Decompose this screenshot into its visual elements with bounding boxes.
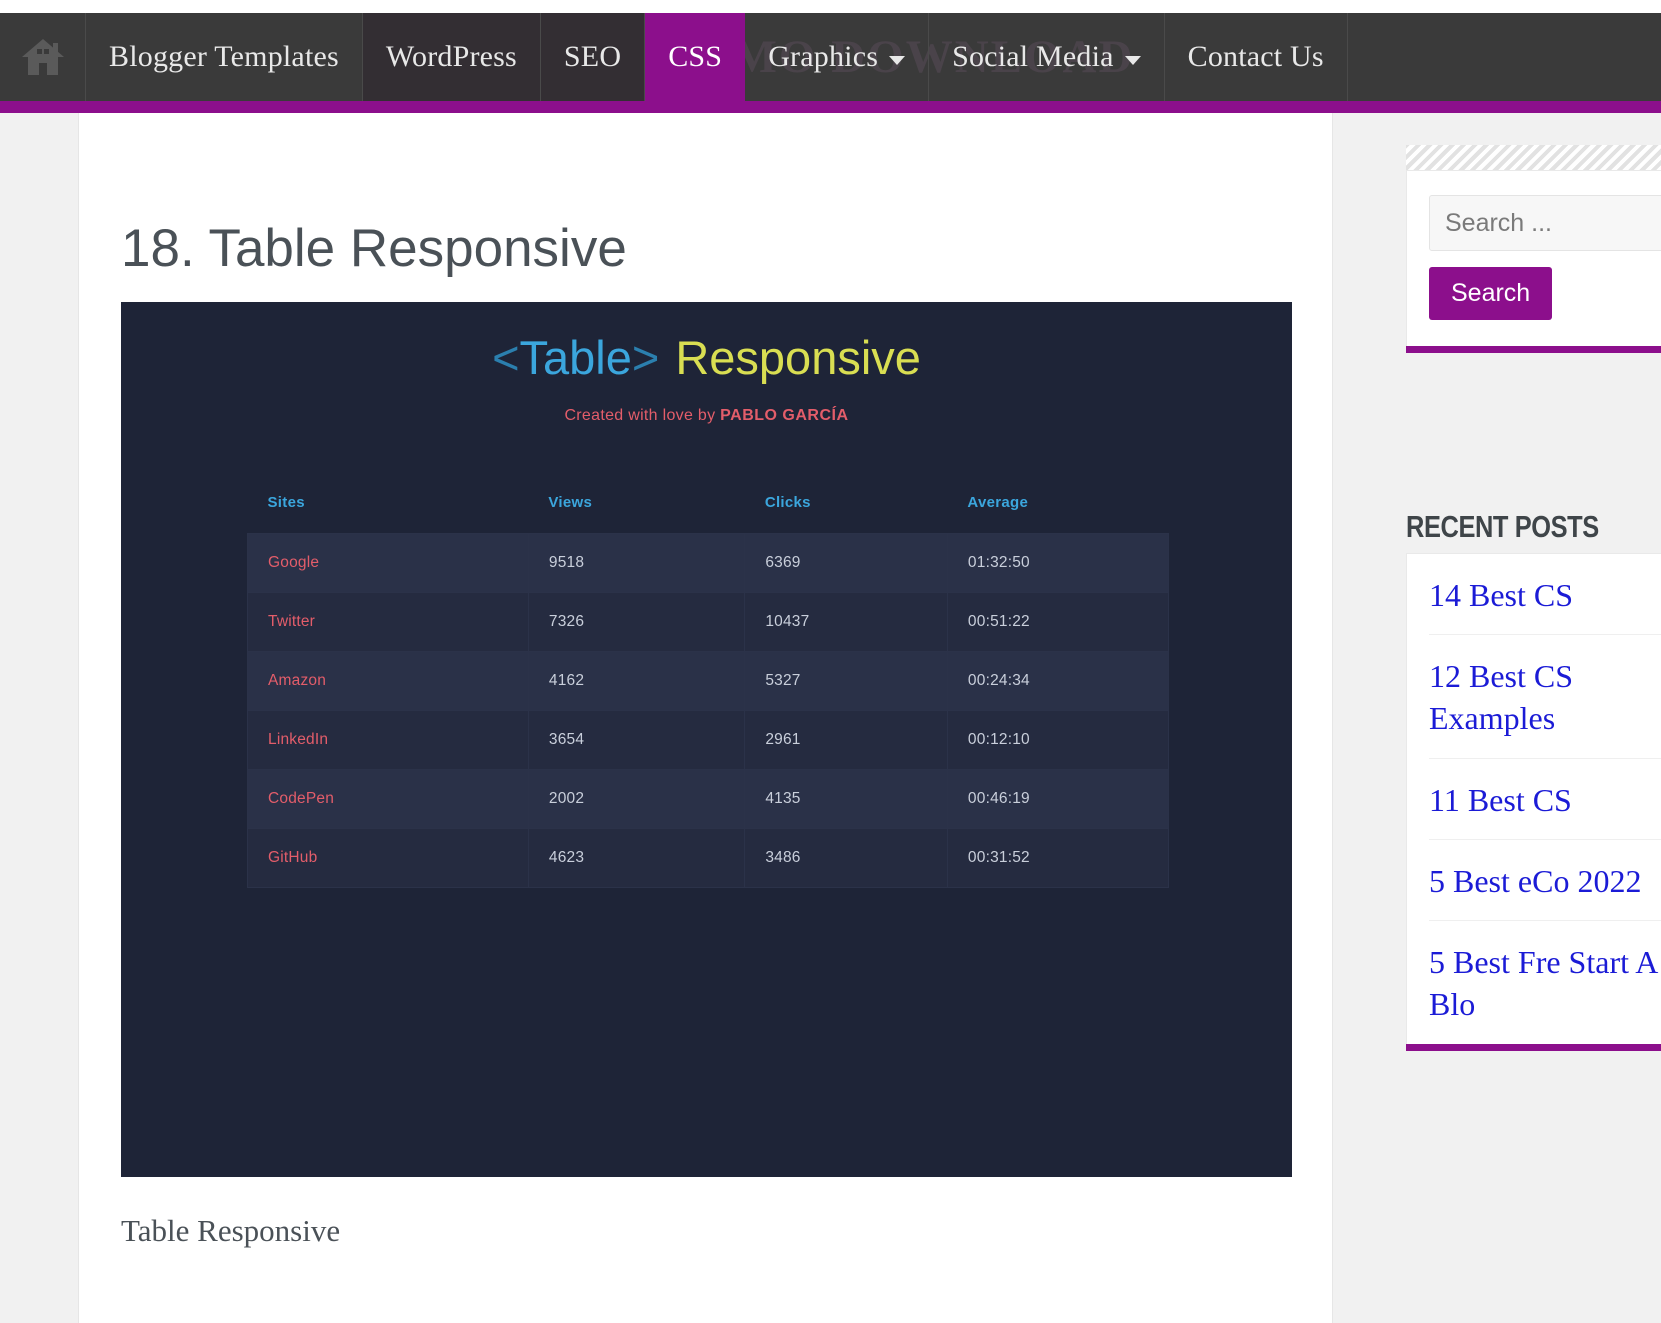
table-head: Sites Views Clicks Average [248, 484, 1169, 534]
nav-item-label: SEO [564, 40, 621, 74]
column-header-sites: Sites [248, 484, 529, 534]
cell-clicks: 6369 [745, 534, 948, 593]
cell-average: 00:24:34 [947, 652, 1168, 711]
list-item: 5 Best eCo 2022 [1429, 840, 1661, 921]
recent-posts-widget: 14 Best CS 12 Best CS Examples 11 Best C… [1406, 553, 1661, 1051]
search-button[interactable]: Search [1429, 267, 1552, 320]
table-row: Google 9518 6369 01:32:50 [248, 534, 1169, 593]
cell-average: 00:46:19 [947, 770, 1168, 829]
search-input[interactable] [1429, 195, 1661, 251]
cell-site: GitHub [248, 829, 529, 888]
cell-site: CodePen [248, 770, 529, 829]
angle-bracket-close: > [632, 331, 659, 384]
column-header-clicks: Clicks [745, 484, 948, 534]
chevron-down-icon [1125, 56, 1141, 65]
cell-clicks: 3486 [745, 829, 948, 888]
nav-item-label: Graphics [768, 40, 878, 74]
nav-item-label: CSS [668, 40, 722, 74]
column-header-average: Average [947, 484, 1168, 534]
cell-views: 3654 [528, 711, 744, 770]
recent-post-link[interactable]: 12 Best CS Examples [1429, 655, 1661, 739]
cell-site: Twitter [248, 593, 529, 652]
search-widget: Search [1406, 145, 1661, 353]
nav-items-container: Blogger Templates WordPress SEO CSS Grap… [0, 13, 1661, 101]
cell-clicks: 5327 [745, 652, 948, 711]
widget-hatch-decoration [1406, 145, 1661, 170]
page-background: 18. Table Responsive <Table> Responsive C… [0, 113, 1661, 1323]
cell-views: 2002 [528, 770, 744, 829]
nav-item-label: WordPress [386, 40, 517, 74]
nav-item-contact-us[interactable]: Contact Us [1165, 13, 1348, 101]
list-item: 11 Best CS [1429, 759, 1661, 840]
recent-posts-list: 14 Best CS 12 Best CS Examples 11 Best C… [1406, 553, 1661, 1044]
sidebar: Search RECENT POSTS 14 Best CS 12 Best C… [1388, 113, 1661, 1323]
list-item: 5 Best Fre Start A Blo [1429, 921, 1661, 1043]
cell-views: 4623 [528, 829, 744, 888]
cell-site: Amazon [248, 652, 529, 711]
nav-item-seo[interactable]: SEO [541, 13, 645, 101]
demo-title-tag-text: Table [520, 331, 632, 384]
nav-item-css[interactable]: CSS [645, 13, 745, 101]
nav-accent-underline [0, 101, 1661, 113]
recent-post-link[interactable]: 11 Best CS [1429, 779, 1661, 821]
chevron-down-icon [889, 56, 905, 65]
cell-views: 4162 [528, 652, 744, 711]
demo-subtitle: Created with love by PABLO GARCÍA [121, 407, 1292, 425]
demo-title-word: Responsive [675, 331, 921, 384]
nav-item-social-media[interactable]: Social Media [929, 13, 1165, 101]
recent-post-link[interactable]: 5 Best eCo 2022 [1429, 860, 1661, 902]
table-row: Amazon 4162 5327 00:24:34 [248, 652, 1169, 711]
cell-average: 00:51:22 [947, 593, 1168, 652]
home-button[interactable] [0, 13, 86, 101]
home-icon [20, 35, 66, 79]
cell-clicks: 2961 [745, 711, 948, 770]
demo-subtitle-author: PABLO GARCÍA [720, 407, 848, 424]
demo-title: <Table> Responsive [121, 330, 1292, 385]
recent-post-link[interactable]: 5 Best Fre Start A Blo [1429, 941, 1661, 1025]
cell-site: Google [248, 534, 529, 593]
search-widget-body: Search [1406, 170, 1661, 346]
demo-subtitle-prefix: Created with love by [564, 407, 720, 424]
recent-posts-heading: RECENT POSTS [1406, 509, 1599, 545]
cell-clicks: 4135 [745, 770, 948, 829]
nav-item-blogger-templates[interactable]: Blogger Templates [86, 13, 363, 101]
below-demo-caption: Table Responsive [121, 1213, 340, 1249]
main-content-column: 18. Table Responsive <Table> Responsive C… [78, 113, 1333, 1323]
widget-accent-rule [1406, 1044, 1661, 1051]
cell-clicks: 10437 [745, 593, 948, 652]
cell-views: 7326 [528, 593, 744, 652]
nav-item-wordpress[interactable]: WordPress [363, 13, 541, 101]
widget-accent-rule [1406, 346, 1661, 353]
recent-post-link[interactable]: 14 Best CS [1429, 574, 1661, 616]
cell-site: LinkedIn [248, 711, 529, 770]
table-row: LinkedIn 3654 2961 00:12:10 [248, 711, 1169, 770]
table-row: Twitter 7326 10437 00:51:22 [248, 593, 1169, 652]
cell-views: 9518 [528, 534, 744, 593]
list-item: 14 Best CS [1429, 554, 1661, 635]
table-row: CodePen 2002 4135 00:46:19 [248, 770, 1169, 829]
table-body: Google 9518 6369 01:32:50 Twitter 7326 1… [248, 534, 1169, 888]
top-navigation-bar: LIVE DEMO DOWNLOAD Blogger Templates Wor… [0, 13, 1661, 101]
demo-title-tag: <Table> [492, 331, 659, 384]
list-item: 12 Best CS Examples [1429, 635, 1661, 758]
table-header-row: Sites Views Clicks Average [248, 484, 1169, 534]
page-title: 18. Table Responsive [121, 218, 627, 279]
nav-item-label: Social Media [952, 40, 1114, 74]
angle-bracket-open: < [492, 331, 519, 384]
responsive-data-table: Sites Views Clicks Average Google 9518 6… [247, 484, 1169, 888]
column-header-views: Views [528, 484, 744, 534]
nav-item-label: Contact Us [1188, 40, 1324, 74]
table-row: GitHub 4623 3486 00:31:52 [248, 829, 1169, 888]
cell-average: 00:12:10 [947, 711, 1168, 770]
table-demo-panel: <Table> Responsive Created with love by P… [121, 302, 1292, 1177]
cell-average: 01:32:50 [947, 534, 1168, 593]
cell-average: 00:31:52 [947, 829, 1168, 888]
nav-item-graphics[interactable]: Graphics [745, 13, 929, 101]
nav-item-label: Blogger Templates [109, 40, 339, 74]
